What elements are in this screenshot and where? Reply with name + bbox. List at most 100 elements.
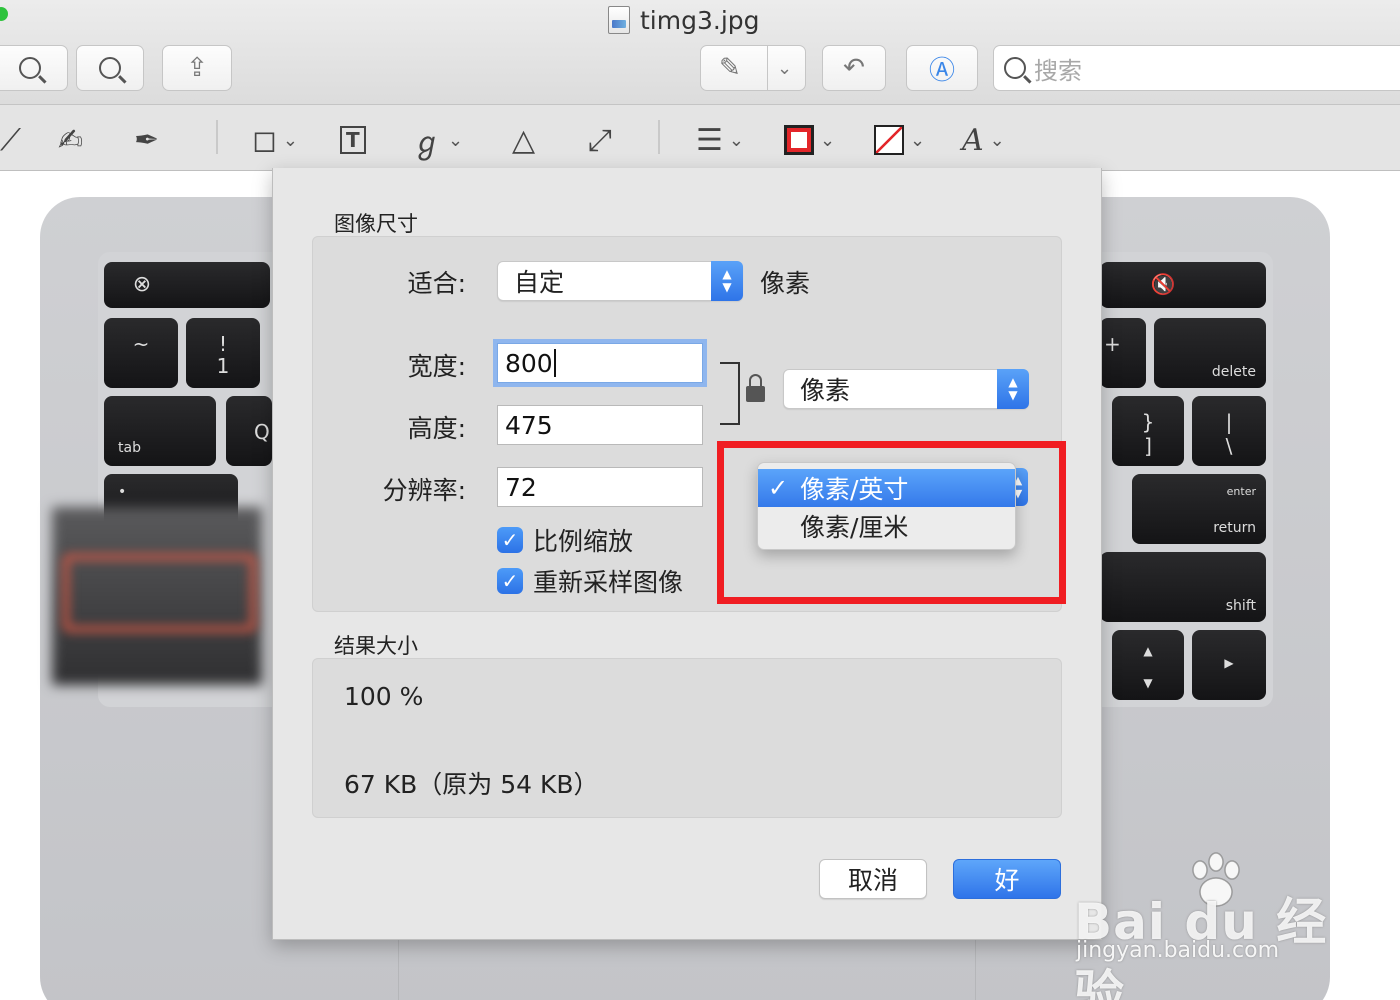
key-tilde: ~ bbox=[104, 318, 178, 388]
key-backslash: | \ bbox=[1192, 396, 1266, 466]
text-tool[interactable]: T bbox=[340, 120, 366, 160]
share-icon: ⇪ bbox=[186, 53, 208, 83]
key-delete: delete bbox=[1154, 318, 1266, 388]
signature-icon: ℊ bbox=[412, 126, 442, 161]
scale-proportionally-checkbox[interactable]: ✓ 比例缩放 bbox=[497, 522, 633, 558]
key-bracket: } ] bbox=[1112, 396, 1184, 466]
key-label: + bbox=[1104, 332, 1121, 356]
blurred-highlight-box bbox=[62, 553, 257, 633]
zoom-in-button[interactable] bbox=[76, 45, 144, 91]
chevron-down-icon: ⌄ bbox=[989, 129, 1005, 151]
markup-pen-circle-icon: Ⓐ bbox=[928, 55, 955, 86]
search-placeholder: 搜索 bbox=[1034, 56, 1082, 85]
shapes-icon: ◻ bbox=[252, 122, 277, 158]
scale-proportionally-label: 比例缩放 bbox=[533, 527, 634, 556]
zoom-window-button[interactable] bbox=[0, 7, 8, 21]
key-shift: shift bbox=[1100, 552, 1266, 622]
fill-color-tool[interactable]: ⌄ bbox=[874, 120, 925, 160]
height-field[interactable]: 475 bbox=[497, 405, 703, 445]
draw-pen-icon: ✒ bbox=[134, 122, 160, 158]
touch-bar-right: 🔇 bbox=[1100, 262, 1266, 308]
border-color-icon bbox=[784, 125, 814, 155]
window-title-text: timg3.jpg bbox=[640, 5, 760, 35]
key-plus: + bbox=[1100, 318, 1146, 388]
sign-tool[interactable]: ℊ ⌄ bbox=[412, 120, 464, 161]
key-label: • bbox=[118, 484, 127, 500]
line-style-icon: ☰ bbox=[696, 122, 723, 158]
toolbar-divider bbox=[658, 120, 660, 154]
search-field[interactable]: 搜索 bbox=[993, 45, 1400, 91]
arrow-down-icon: ▼ bbox=[1143, 676, 1153, 690]
key-up-down: ▲ ▼ bbox=[1112, 630, 1184, 700]
image-size-title: 图像尺寸 bbox=[334, 212, 418, 236]
size-unit-value: 像素 bbox=[800, 376, 851, 405]
share-button[interactable]: ⇪ bbox=[162, 45, 232, 91]
instant-alpha-tool[interactable]: ⟋ bbox=[0, 120, 21, 160]
rotate-button[interactable]: ↶ bbox=[822, 45, 886, 91]
fit-popup-value: 自定 bbox=[514, 268, 565, 297]
text-style-icon: A bbox=[962, 122, 984, 158]
width-value: 800 bbox=[505, 348, 553, 378]
watermark-url: jingyan.baidu.com bbox=[1076, 938, 1280, 963]
key-label: \ bbox=[1225, 434, 1233, 458]
chevron-down-icon: ⌄ bbox=[448, 129, 464, 151]
resolution-field[interactable]: 72 bbox=[497, 467, 703, 507]
shapes-tool[interactable]: ◻ ⌄ bbox=[252, 120, 298, 160]
key-right: ▶ bbox=[1192, 630, 1266, 700]
key-tab: tab bbox=[104, 396, 216, 466]
adjust-size-icon: ⤢ bbox=[588, 122, 612, 158]
adjust-color-icon: △ bbox=[512, 122, 536, 158]
key-label: shift bbox=[1225, 598, 1256, 614]
key-return: enter return bbox=[1132, 474, 1266, 544]
key-q: Q bbox=[226, 396, 272, 466]
chevron-down-icon: ⌄ bbox=[282, 129, 298, 151]
size-unit-popup[interactable]: 像素 ▲ ▼ bbox=[783, 369, 1029, 409]
text-style-tool[interactable]: A ⌄ bbox=[962, 120, 1005, 160]
result-percent: 100 % bbox=[344, 682, 424, 711]
width-field[interactable]: 800 bbox=[497, 343, 703, 383]
markup-button[interactable]: Ⓐ bbox=[906, 45, 978, 91]
fit-unit: 像素 bbox=[760, 269, 811, 298]
checkmark-icon: ✓ bbox=[497, 568, 523, 594]
key-label: return bbox=[1213, 520, 1256, 536]
jpeg-file-icon bbox=[608, 6, 630, 34]
resample-image-checkbox[interactable]: ✓ 重新采样图像 bbox=[497, 563, 683, 599]
lock-icon[interactable] bbox=[746, 374, 765, 402]
chevron-down-icon: ⌄ bbox=[820, 129, 836, 151]
title-toolbar-area: timg3.jpg ⇪ ✎ ⌄ ↶ Ⓐ 搜索 bbox=[0, 0, 1400, 105]
magic-wand-icon: ⟋ bbox=[0, 122, 21, 158]
trackpad bbox=[398, 940, 976, 1000]
chevron-down-icon[interactable]: ⌄ bbox=[777, 58, 792, 79]
window-title: timg3.jpg bbox=[608, 4, 760, 36]
height-label: 高度: bbox=[407, 414, 466, 443]
height-value: 475 bbox=[505, 410, 553, 440]
highlight-button[interactable]: ✎ ⌄ bbox=[700, 45, 806, 91]
result-file-size: 67 KB（原为 54 KB） bbox=[344, 770, 599, 799]
baidu-jingyan-watermark: Bai du 经验 jingyan.baidu.com bbox=[1074, 852, 1374, 1000]
fill-color-none-icon bbox=[874, 125, 904, 155]
fit-label: 适合: bbox=[407, 269, 466, 298]
arrow-right-icon: ▶ bbox=[1224, 656, 1234, 670]
adjust-size-tool[interactable]: ⤢ bbox=[588, 120, 612, 160]
ok-button[interactable]: 好 bbox=[953, 859, 1061, 899]
touch-bar-left: ⊗ bbox=[104, 262, 270, 308]
line-style-tool[interactable]: ☰ ⌄ bbox=[696, 120, 744, 160]
sketch-tool[interactable]: ✍ bbox=[58, 120, 83, 160]
checkmark-icon: ✓ bbox=[497, 527, 523, 553]
text-box-icon: T bbox=[340, 126, 366, 154]
draw-tool[interactable]: ✒ bbox=[134, 120, 159, 160]
rotate-left-icon: ↶ bbox=[843, 53, 865, 83]
popup-arrows-icon: ▲ ▼ bbox=[997, 369, 1029, 409]
close-icon: ⊗ bbox=[132, 272, 152, 297]
resolution-label: 分辨率: bbox=[382, 476, 466, 505]
zoom-out-button[interactable] bbox=[0, 45, 68, 91]
zoom-in-icon bbox=[99, 57, 121, 79]
key-1: ! 1 bbox=[186, 318, 260, 388]
border-color-tool[interactable]: ⌄ bbox=[784, 120, 835, 160]
popup-arrows-icon: ▲ ▼ bbox=[711, 261, 743, 301]
key-label: ] bbox=[1144, 434, 1152, 458]
key-label: 1 bbox=[216, 354, 230, 378]
adjust-color-tool[interactable]: △ bbox=[512, 120, 535, 160]
cancel-button[interactable]: 取消 bbox=[819, 859, 927, 899]
fit-popup[interactable]: 自定 ▲ ▼ bbox=[497, 261, 743, 301]
